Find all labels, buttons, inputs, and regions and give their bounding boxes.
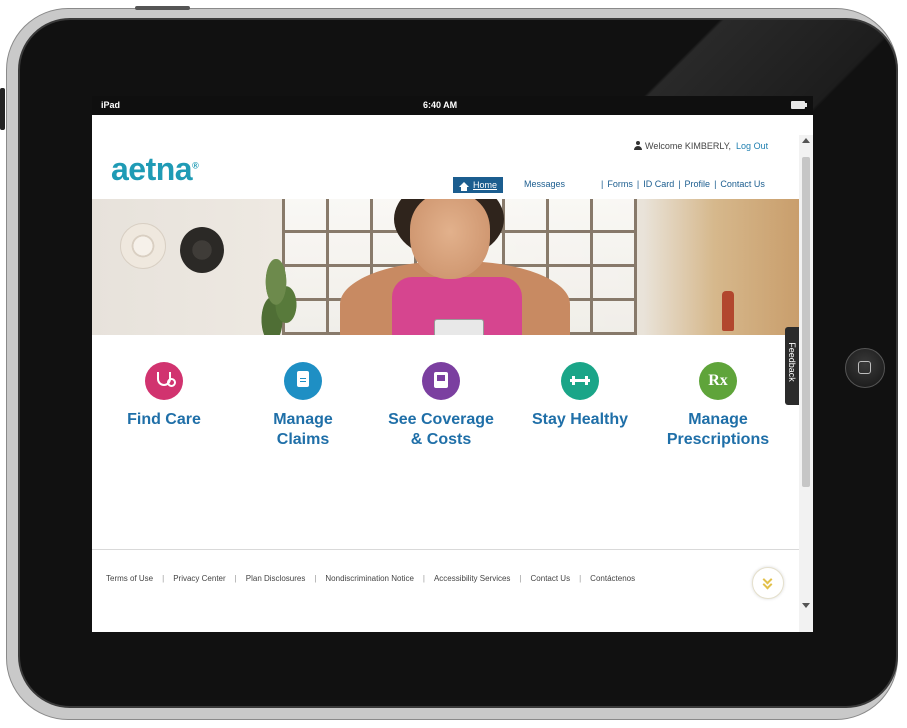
feedback-label: Feedback xyxy=(787,342,797,382)
forms-link[interactable]: Forms xyxy=(607,179,633,189)
tile-see-coverage[interactable]: See Coverage & Costs xyxy=(376,362,506,450)
footer-privacy-link[interactable]: Privacy Center xyxy=(173,574,225,583)
tile-label-see-coverage: See Coverage & Costs xyxy=(376,410,506,450)
id-card-link[interactable]: ID Card xyxy=(643,179,674,189)
dumbbell-icon xyxy=(570,376,590,385)
tile-icon-circle xyxy=(561,362,599,400)
power-button xyxy=(135,6,190,10)
tile-label-line-1: Manage xyxy=(688,411,748,428)
logo-text: aetna xyxy=(111,151,193,187)
hero-person-face xyxy=(410,199,490,279)
tile-label-line-1: Manage xyxy=(273,411,333,428)
user-icon xyxy=(634,141,642,150)
feedback-tab[interactable]: Feedback xyxy=(785,327,800,405)
tile-label-find-care: Find Care xyxy=(127,411,201,428)
aetna-logo[interactable]: aetna® xyxy=(111,151,199,188)
stethoscope-icon xyxy=(157,372,176,387)
utility-links: | Forms | ID Card | Profile | Contact Us xyxy=(597,179,765,189)
tile-label-stay-healthy: Stay Healthy xyxy=(531,411,629,428)
tile-icon-circle xyxy=(422,362,460,400)
nav-home-label: Home xyxy=(473,180,498,190)
logout-link[interactable]: Log Out xyxy=(736,141,768,151)
footer-nondiscrimination-link[interactable]: Nondiscrimination Notice xyxy=(325,574,413,583)
footer-plan-disclosures-link[interactable]: Plan Disclosures xyxy=(246,574,306,583)
scroll-up-arrow-icon[interactable] xyxy=(802,138,810,143)
rx-icon: Rx xyxy=(708,372,728,389)
battery-icon xyxy=(791,101,807,109)
tile-label-line-2: & Costs xyxy=(410,431,472,448)
footer-contactenos-link[interactable]: Contáctenos xyxy=(590,574,635,583)
coverage-card-icon xyxy=(434,372,448,388)
tile-label-line-1: See Coverage xyxy=(388,411,494,428)
hero-banner xyxy=(92,199,799,335)
site-header: aetna® Welcome KIMBERLY, Log Out Home Mes… xyxy=(92,115,813,199)
footer-links: Terms of Use | Privacy Center | Plan Disclos… xyxy=(106,574,635,583)
separator: | xyxy=(714,179,717,189)
hero-hat-light xyxy=(120,223,166,269)
hero-plant xyxy=(260,259,300,335)
device-label: iPad xyxy=(101,100,121,110)
tile-label-manage-claims: Manage Claims xyxy=(238,410,368,450)
separator: | xyxy=(636,179,640,189)
tile-icon-circle xyxy=(145,362,183,400)
scroll-down-arrow-icon[interactable] xyxy=(802,603,810,608)
tile-label-line-2: Claims xyxy=(276,431,330,448)
separator: | xyxy=(579,574,582,583)
separator: | xyxy=(234,574,237,583)
tile-find-care[interactable]: Find Care xyxy=(99,362,229,430)
separator: | xyxy=(422,574,425,583)
tile-icon-circle xyxy=(284,362,322,400)
nav-home-button[interactable]: Home xyxy=(453,177,504,193)
nav-messages-link[interactable]: Messages xyxy=(524,179,565,189)
tile-manage-prescriptions[interactable]: Rx Manage Prescriptions xyxy=(653,362,783,450)
tile-icon-circle: Rx xyxy=(699,362,737,400)
clipboard-icon xyxy=(297,371,309,387)
separator: | xyxy=(162,574,165,583)
tile-label-manage-prescriptions: Manage Prescriptions xyxy=(653,410,783,450)
hero-bottle xyxy=(722,291,734,331)
registered-mark: ® xyxy=(192,160,199,171)
volume-button xyxy=(0,88,5,130)
separator: | xyxy=(601,179,604,189)
screen: iPad 6:40 AM aetna® Welcome KIMBERLY, Log… xyxy=(92,96,813,632)
scroll-down-chevron-button[interactable] xyxy=(752,567,784,599)
tile-label-line-2: Prescriptions xyxy=(666,431,770,448)
footer-accessibility-link[interactable]: Accessibility Services xyxy=(434,574,510,583)
home-icon xyxy=(459,182,469,191)
footer-divider xyxy=(92,549,799,550)
home-button[interactable] xyxy=(845,348,885,388)
home-square-icon xyxy=(858,361,871,374)
contact-us-link[interactable]: Contact Us xyxy=(720,179,765,189)
status-time: 6:40 AM xyxy=(423,100,458,110)
footer-contact-us-link[interactable]: Contact Us xyxy=(531,574,571,583)
separator: | xyxy=(519,574,522,583)
scroll-thumb[interactable] xyxy=(802,157,810,487)
hero-hat-dark xyxy=(180,227,224,273)
separator: | xyxy=(678,179,681,189)
status-bar: iPad 6:40 AM xyxy=(92,96,813,115)
scrollbar[interactable] xyxy=(799,135,813,632)
tile-manage-claims[interactable]: Manage Claims xyxy=(238,362,368,450)
hero-phone xyxy=(434,319,484,335)
profile-link[interactable]: Profile xyxy=(685,179,711,189)
separator: | xyxy=(314,574,317,583)
footer-terms-link[interactable]: Terms of Use xyxy=(106,574,153,583)
welcome-text: Welcome KIMBERLY, xyxy=(645,141,732,151)
welcome-area: Welcome KIMBERLY, Log Out xyxy=(634,141,768,151)
tile-stay-healthy[interactable]: Stay Healthy xyxy=(515,362,645,430)
